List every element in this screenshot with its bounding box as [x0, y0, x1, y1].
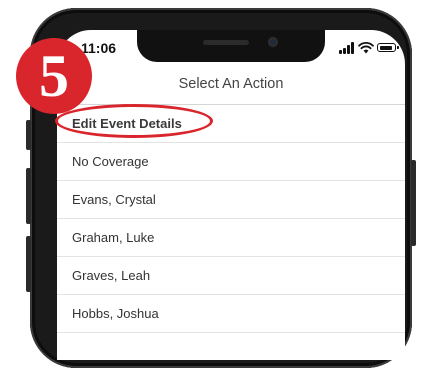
- action-sheet-title: Select An Action: [178, 76, 284, 92]
- notch: [137, 30, 325, 62]
- status-time: 11:06: [81, 40, 117, 56]
- list-item[interactable]: Evans, Crystal: [57, 181, 405, 219]
- list-item[interactable]: Graham, Luke: [57, 219, 405, 257]
- battery-icon: [377, 43, 399, 52]
- highlight-ring: [55, 104, 213, 138]
- speaker-grille: [203, 40, 249, 45]
- action-list: Edit Event Details No Coverage Evans, Cr…: [57, 105, 405, 333]
- no-coverage-option[interactable]: No Coverage: [57, 143, 405, 181]
- front-camera-icon: [268, 37, 278, 47]
- list-item[interactable]: Hobbs, Joshua: [57, 295, 405, 333]
- list-item[interactable]: Graves, Leah: [57, 257, 405, 295]
- volume-up-button: [26, 168, 31, 224]
- signal-icon: [339, 42, 355, 54]
- volume-down-button: [26, 236, 31, 292]
- power-button: [411, 160, 416, 246]
- phone-screen: 11:06 Select An Action Edit Event Detail…: [57, 30, 405, 360]
- mute-switch: [26, 120, 31, 150]
- step-number-badge: 5: [16, 38, 92, 114]
- wifi-icon: [358, 41, 374, 54]
